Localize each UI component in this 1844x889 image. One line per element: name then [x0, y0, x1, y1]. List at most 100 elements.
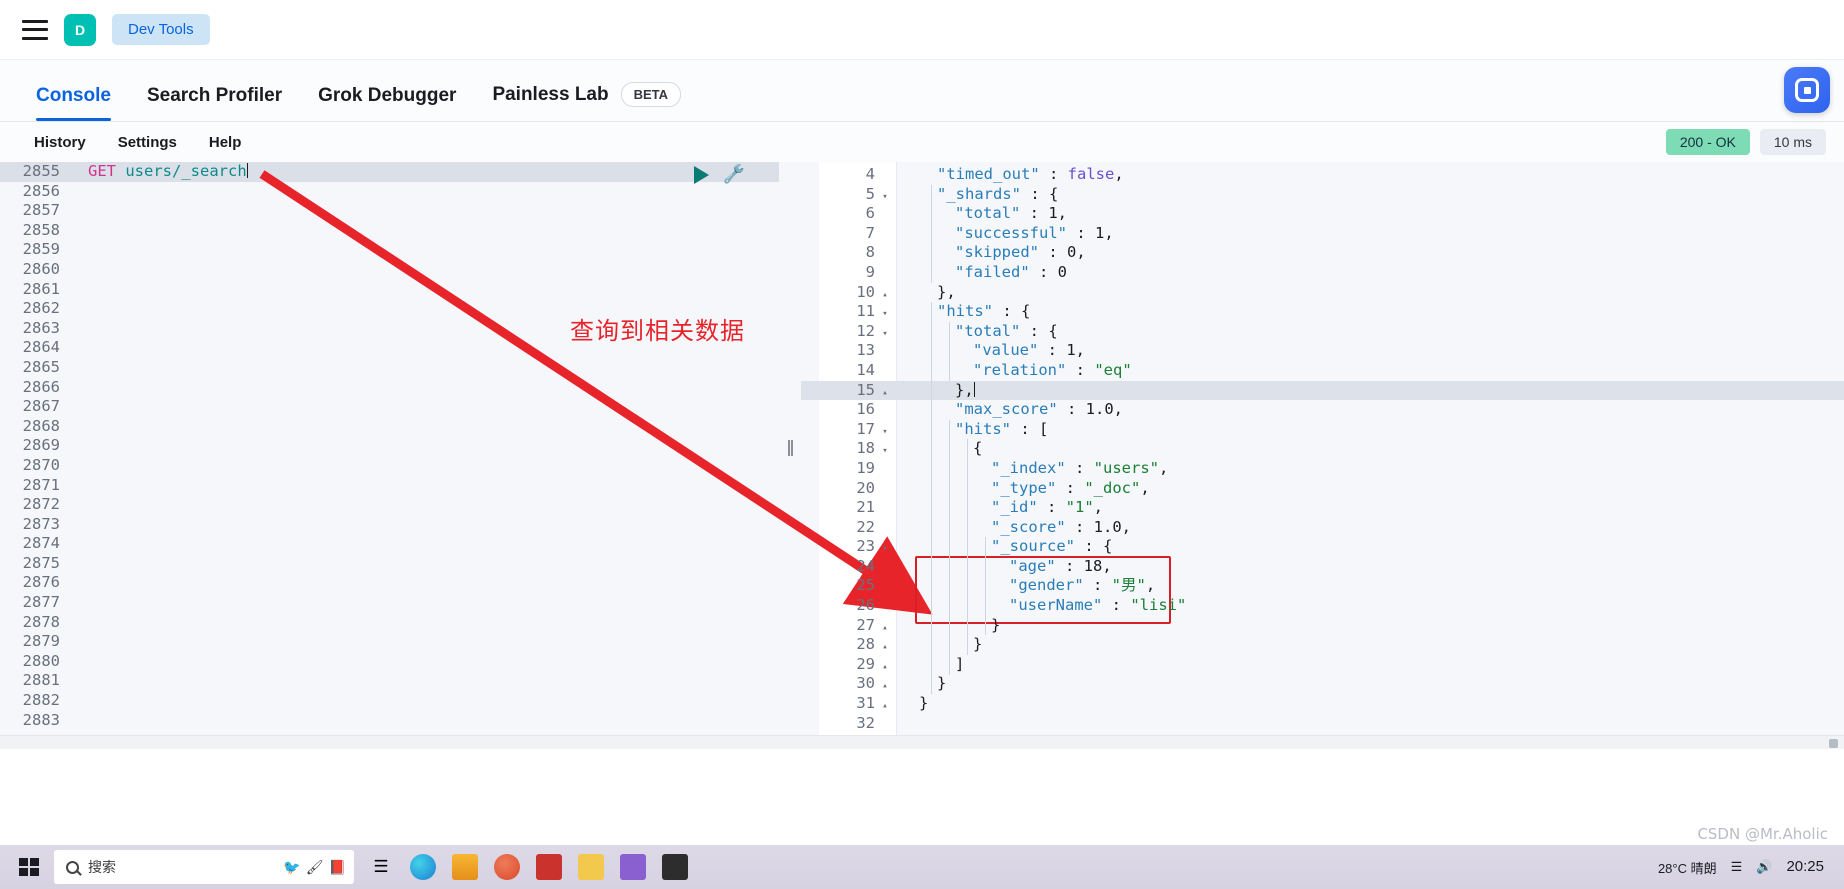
file-explorer-icon[interactable] [452, 854, 478, 880]
browser-icon[interactable] [494, 854, 520, 880]
response-line[interactable]: 7 "successful" : 1, [801, 224, 1844, 244]
tab-grok-debugger[interactable]: Grok Debugger [300, 85, 474, 121]
request-editor-pane[interactable]: 🔧 2855 GET users/_search 2856 2857 2858 2859 2… [0, 162, 779, 735]
taskbar-search-bird-icon[interactable]: 🐦 [283, 859, 300, 876]
breadcrumb-dev-tools[interactable]: Dev Tools [112, 14, 210, 45]
response-line[interactable]: 19 "_index" : "users", [801, 459, 1844, 479]
response-line[interactable]: 9 "failed" : 0 [801, 263, 1844, 283]
request-line[interactable]: 2866 [0, 378, 779, 398]
request-line[interactable]: 2883 [0, 711, 779, 731]
response-line[interactable]: 23 ▾ "_source" : { [801, 537, 1844, 557]
media-icon[interactable] [620, 854, 646, 880]
notes-icon[interactable] [578, 854, 604, 880]
weather-widget[interactable]: 28°C 晴朗 [1658, 858, 1717, 877]
response-line[interactable]: 15 ▴}, [801, 380, 1844, 401]
terminal-icon[interactable] [662, 854, 688, 880]
menu-help[interactable]: Help [193, 134, 258, 151]
tray-volume-icon[interactable]: 🔊 [1756, 859, 1772, 875]
tab-search-profiler[interactable]: Search Profiler [129, 85, 300, 121]
tab-console[interactable]: Console [18, 85, 129, 121]
space-avatar[interactable]: D [64, 13, 96, 46]
request-line[interactable]: 2861 [0, 280, 779, 300]
request-line[interactable]: 2879 [0, 632, 779, 652]
taskbar-search-book-icon[interactable]: 📕 [329, 859, 346, 876]
response-line[interactable]: 18 ▾ { [801, 439, 1844, 459]
request-line[interactable]: 2856 [0, 182, 779, 202]
response-line[interactable]: 12 ▾ "total" : { [801, 322, 1844, 342]
response-line[interactable]: 16 "max_score" : 1.0, [801, 400, 1844, 420]
taskbar-clock[interactable]: 20:25 [1786, 858, 1824, 876]
taskbar-search-pen-icon[interactable]: 🖌 [306, 859, 324, 876]
wrench-icon[interactable]: 🔧 [723, 164, 745, 185]
response-line[interactable]: 24 "age" : 18, [801, 557, 1844, 577]
request-line[interactable]: 2860 [0, 260, 779, 280]
pane-splitter[interactable] [779, 162, 801, 735]
request-line[interactable]: 2868 [0, 417, 779, 437]
response-line[interactable]: 32 [801, 714, 1844, 734]
response-viewer-pane[interactable]: 4 "timed_out" : false, 5 ▾ "_shards" : {6 "to… [801, 162, 1844, 735]
request-line[interactable]: 2870 [0, 456, 779, 476]
request-editor[interactable]: 2855 GET users/_search 2856 2857 2858 2859 286… [0, 162, 779, 730]
tray-network-icon[interactable]: ☰ [1731, 859, 1743, 875]
response-line[interactable]: 25 "gender" : "男", [801, 576, 1844, 596]
response-line-content: "failed" : 0 [897, 263, 1067, 283]
request-line[interactable]: 2859 [0, 240, 779, 260]
json-token: "hits" [937, 302, 993, 321]
response-editor[interactable]: 4 "timed_out" : false, 5 ▾ "_shards" : {6 "to… [801, 162, 1844, 733]
hamburger-icon[interactable] [22, 19, 48, 40]
response-line[interactable]: 17 ▾ "hits" : [ [801, 420, 1844, 440]
request-line[interactable]: 2875 [0, 554, 779, 574]
menu-settings[interactable]: Settings [102, 134, 193, 151]
response-line[interactable]: 14 "relation" : "eq" [801, 361, 1844, 381]
menu-history[interactable]: History [18, 134, 102, 151]
request-line[interactable]: 2881 [0, 671, 779, 691]
response-line[interactable]: 30 ▴} [801, 674, 1844, 694]
request-line[interactable]: 2869 [0, 436, 779, 456]
response-line[interactable]: 10 ▴}, [801, 283, 1844, 303]
request-line[interactable]: 2872 [0, 495, 779, 515]
response-line[interactable]: 27 ▴} [801, 616, 1844, 636]
request-line-content [70, 280, 88, 300]
response-line[interactable]: 6 "total" : 1, [801, 204, 1844, 224]
response-line[interactable]: 11 ▾ "hits" : { [801, 302, 1844, 322]
scrollbar-thumb[interactable] [1829, 739, 1838, 748]
taskbar-search-box[interactable]: 搜索 🐦 🖌 📕 [54, 850, 354, 884]
response-line[interactable]: 8 "skipped" : 0, [801, 243, 1844, 263]
horizontal-scrollbar[interactable] [0, 735, 1844, 749]
request-line[interactable]: 2873 [0, 515, 779, 535]
request-line[interactable]: 2876 [0, 573, 779, 593]
request-line[interactable]: 2874 [0, 534, 779, 554]
request-line[interactable]: 2857 [0, 201, 779, 221]
response-line[interactable]: 31 ▴} [801, 694, 1844, 714]
response-line[interactable]: 21 "_id" : "1", [801, 498, 1844, 518]
edge-browser-icon[interactable] [410, 854, 436, 880]
mail-icon[interactable] [536, 854, 562, 880]
assistant-launcher-icon[interactable] [1784, 67, 1830, 113]
start-button-icon[interactable] [14, 854, 44, 880]
request-line[interactable]: 2867 [0, 397, 779, 417]
request-line[interactable]: 2878 [0, 613, 779, 633]
http-method-token: GET [88, 162, 116, 180]
response-line[interactable]: 5 ▾ "_shards" : { [801, 185, 1844, 205]
tab-painless-lab[interactable]: Painless Lab BETA [474, 82, 699, 121]
response-line[interactable]: 20 "_type" : "_doc", [801, 479, 1844, 499]
request-line[interactable]: 2858 [0, 221, 779, 241]
request-line[interactable]: 2855 GET users/_search [0, 162, 779, 182]
response-line[interactable]: 26 "userName" : "lisi" [801, 596, 1844, 616]
json-token: , [1075, 341, 1086, 360]
request-line[interactable]: 2871 [0, 476, 779, 496]
request-line[interactable]: 2880 [0, 652, 779, 672]
json-token: "_index" [991, 458, 1066, 477]
play-icon[interactable] [693, 165, 709, 184]
response-line[interactable]: 13 "value" : 1, [801, 341, 1844, 361]
request-line[interactable]: 2877 [0, 593, 779, 613]
response-line[interactable]: 28 ▴} [801, 635, 1844, 655]
task-view-icon[interactable]: ☰ [368, 854, 394, 880]
json-token: : [1039, 243, 1067, 262]
request-line[interactable]: 2865 [0, 358, 779, 378]
request-line[interactable]: 2882 [0, 691, 779, 711]
response-line[interactable]: 4 "timed_out" : false, [801, 165, 1844, 185]
response-line[interactable]: 22 "_score" : 1.0, [801, 518, 1844, 538]
response-line-content: "successful" : 1, [897, 224, 1114, 244]
response-line[interactable]: 29 ▴] [801, 655, 1844, 675]
